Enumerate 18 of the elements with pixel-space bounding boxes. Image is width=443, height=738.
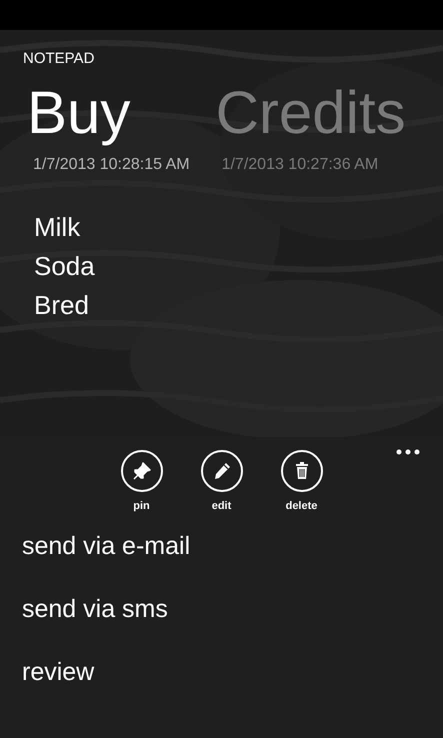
pivot-header[interactable]: Credits	[216, 78, 406, 148]
note-line: Bred	[34, 289, 89, 322]
note-date: 1/7/2013 10:28:15 AM	[33, 156, 190, 174]
app-bar-button[interactable]	[120, 450, 162, 492]
menu-item[interactable]: send via sms	[22, 593, 168, 625]
menu-item[interactable]: review	[22, 656, 94, 688]
more-icon[interactable]	[396, 449, 420, 455]
button-label: pin	[133, 500, 150, 512]
note-date: 1/7/2013 10:27:36 AM	[222, 156, 378, 174]
app-bar-button[interactable]	[200, 450, 242, 492]
app-bar-button[interactable]	[280, 450, 322, 492]
menu-item[interactable]: send via e-mail	[22, 530, 190, 562]
note-line: Soda	[34, 250, 95, 283]
pivot-header[interactable]: Buy	[27, 78, 130, 148]
button-label: edit	[212, 500, 232, 512]
app-title: NOTEPAD	[23, 50, 96, 68]
note-line: Milk	[34, 211, 80, 244]
button-label: delete	[286, 500, 318, 512]
